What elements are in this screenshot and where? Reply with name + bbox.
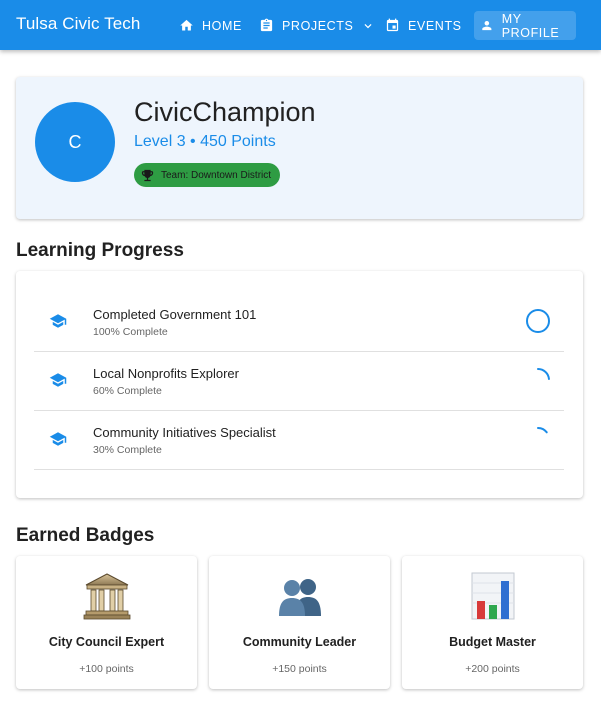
bar-chart-icon: [471, 572, 515, 620]
badge-points: +150 points: [272, 663, 327, 675]
team-chip[interactable]: Team: Downtown District: [134, 163, 281, 187]
course-name: Community Initiatives Specialist: [93, 425, 276, 440]
progress-ring-arc: [526, 309, 550, 333]
person-icon: [482, 20, 492, 31]
list-item[interactable]: Completed Government 101 100% Complete: [34, 293, 564, 352]
badge-card-budget-master[interactable]: Budget Master +200 points: [402, 556, 583, 689]
progress-ring-arc: [537, 368, 550, 381]
nav-events-button[interactable]: EVENTS: [379, 11, 468, 40]
nav-home-button[interactable]: HOME: [173, 11, 248, 40]
progress-ring: [537, 427, 548, 434]
badge-card-community-leader[interactable]: Community Leader +150 points: [209, 556, 390, 689]
nav-projects-label: PROJECTS: [282, 18, 354, 33]
list-item[interactable]: Local Nonprofits Explorer 60% Complete: [34, 352, 564, 411]
nav-home-label: HOME: [202, 18, 242, 33]
course-name: Local Nonprofits Explorer: [93, 366, 239, 381]
trophy-icon: [141, 169, 154, 181]
nav-projects-button[interactable]: PROJECTS: [253, 11, 381, 40]
profile-level-points: Level 3 • 450 Points: [134, 133, 276, 150]
app-bar: Tulsa Civic Tech HOME PROJECTS EVENTS MY…: [0, 0, 601, 50]
badge-points: +200 points: [465, 663, 520, 675]
earned-badges-heading: Earned Badges: [16, 525, 155, 546]
nav-my-profile-button[interactable]: MY PROFILE: [474, 11, 576, 40]
graduation-cap-icon: [49, 432, 67, 446]
badge-card-city-council-expert[interactable]: City Council Expert +100 points: [16, 556, 197, 689]
classical-building-icon: [83, 573, 131, 620]
app-title[interactable]: Tulsa Civic Tech: [16, 14, 140, 34]
home-icon: [180, 19, 193, 31]
learning-progress-card: Completed Government 101 100% Complete L…: [16, 271, 583, 498]
chevron-down-icon: [364, 23, 372, 28]
profile-username: CivicChampion: [134, 97, 316, 127]
badge-name: City Council Expert: [48, 635, 165, 649]
clipboard-icon: [260, 18, 273, 32]
badge-name: Budget Master: [449, 635, 536, 649]
nav-my-profile-label: MY PROFILE: [501, 11, 560, 40]
course-progress-text: 30% Complete: [93, 444, 162, 456]
people-icon: [279, 579, 321, 616]
badge-points: +100 points: [79, 663, 134, 675]
graduation-cap-icon: [49, 314, 67, 328]
course-name: Completed Government 101: [93, 307, 257, 322]
calendar-icon: [386, 18, 399, 32]
graduation-cap-icon: [49, 373, 67, 387]
progress-ring-arc: [537, 427, 548, 434]
progress-ring: [537, 368, 550, 381]
nav-events-label: EVENTS: [408, 18, 462, 33]
progress-ring: [526, 309, 550, 333]
badge-name: Community Leader: [242, 635, 357, 649]
team-chip-label: Team: Downtown District: [161, 169, 272, 181]
list-item[interactable]: Community Initiatives Specialist 30% Com…: [34, 411, 564, 470]
learning-progress-heading: Learning Progress: [16, 240, 184, 261]
profile-card: C CivicChampion Level 3 • 450 Points Tea…: [16, 77, 583, 219]
avatar: C: [35, 102, 115, 182]
course-progress-text: 100% Complete: [93, 326, 168, 338]
course-progress-text: 60% Complete: [93, 385, 162, 397]
